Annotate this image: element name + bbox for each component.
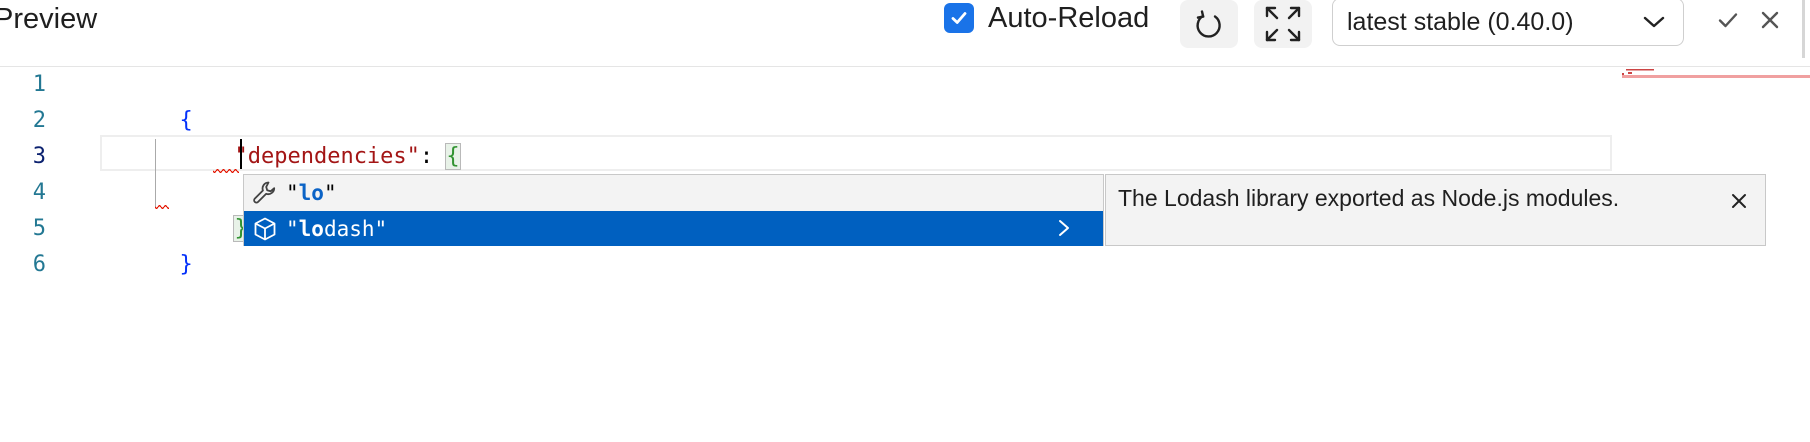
line-number: 2 bbox=[32, 108, 46, 133]
suggest-item-selected[interactable]: "lodash" bbox=[244, 211, 1103, 246]
chevron-right-icon[interactable] bbox=[1051, 215, 1077, 241]
wrench-icon bbox=[250, 178, 280, 208]
fullscreen-button[interactable] bbox=[1254, 0, 1312, 48]
colon: : bbox=[419, 144, 447, 169]
code-line-5: } bbox=[100, 211, 192, 277]
suggest-item-label: "lo" bbox=[286, 180, 337, 205]
auto-reload-label: Auto-Reload bbox=[988, 1, 1150, 34]
line-number: 6 bbox=[32, 252, 46, 277]
reload-icon bbox=[1196, 10, 1221, 38]
error-squiggle bbox=[155, 205, 169, 209]
line-number: 1 bbox=[32, 72, 46, 97]
suggest-details-panel: The Lodash library exported as Node.js m… bbox=[1105, 174, 1766, 246]
code-editor[interactable]: 1 2 3 4 5 6 { "dependencies": { lo } } bbox=[0, 67, 1810, 442]
package-icon bbox=[250, 214, 280, 244]
panel-title: Preview bbox=[0, 3, 98, 35]
close-icon bbox=[1761, 11, 1779, 29]
overview-ruler-error bbox=[1622, 75, 1810, 78]
error-squiggle bbox=[213, 169, 239, 173]
line-number: 4 bbox=[32, 180, 46, 205]
toolbar-divider bbox=[1802, 0, 1805, 58]
suggest-item[interactable]: "lo" bbox=[244, 175, 1103, 210]
version-select-value: latest stable (0.40.0) bbox=[1347, 7, 1574, 36]
suggest-item-label: "lodash" bbox=[286, 216, 388, 241]
close-icon[interactable] bbox=[1725, 187, 1753, 215]
auto-reload-toggle[interactable]: Auto-Reload bbox=[944, 0, 1149, 36]
close-brace: } bbox=[179, 252, 193, 277]
chevron-down-icon bbox=[1643, 16, 1665, 28]
close-button[interactable] bbox=[1754, 4, 1786, 36]
open-brace-matched: { bbox=[445, 143, 461, 170]
reload-button[interactable] bbox=[1180, 0, 1238, 48]
suggest-details-text: The Lodash library exported as Node.js m… bbox=[1118, 185, 1620, 211]
line-number-active: 3 bbox=[32, 144, 46, 169]
line-number: 5 bbox=[32, 216, 46, 241]
preview-toolbar: Preview Auto-Reload latest stable (0.40.… bbox=[0, 0, 1810, 67]
suggest-widget[interactable]: "lo" "lodash" bbox=[243, 174, 1104, 246]
text-cursor bbox=[240, 139, 242, 169]
check-icon bbox=[1718, 13, 1738, 28]
auto-reload-checkbox[interactable] bbox=[944, 3, 974, 33]
check-icon bbox=[951, 12, 967, 24]
version-select[interactable]: latest stable (0.40.0) bbox=[1332, 0, 1684, 46]
fullscreen-icon bbox=[1265, 6, 1301, 42]
code-line-2: "dependencies": { bbox=[155, 103, 461, 170]
code-line-1: { bbox=[100, 67, 192, 133]
accept-button[interactable] bbox=[1712, 4, 1744, 36]
